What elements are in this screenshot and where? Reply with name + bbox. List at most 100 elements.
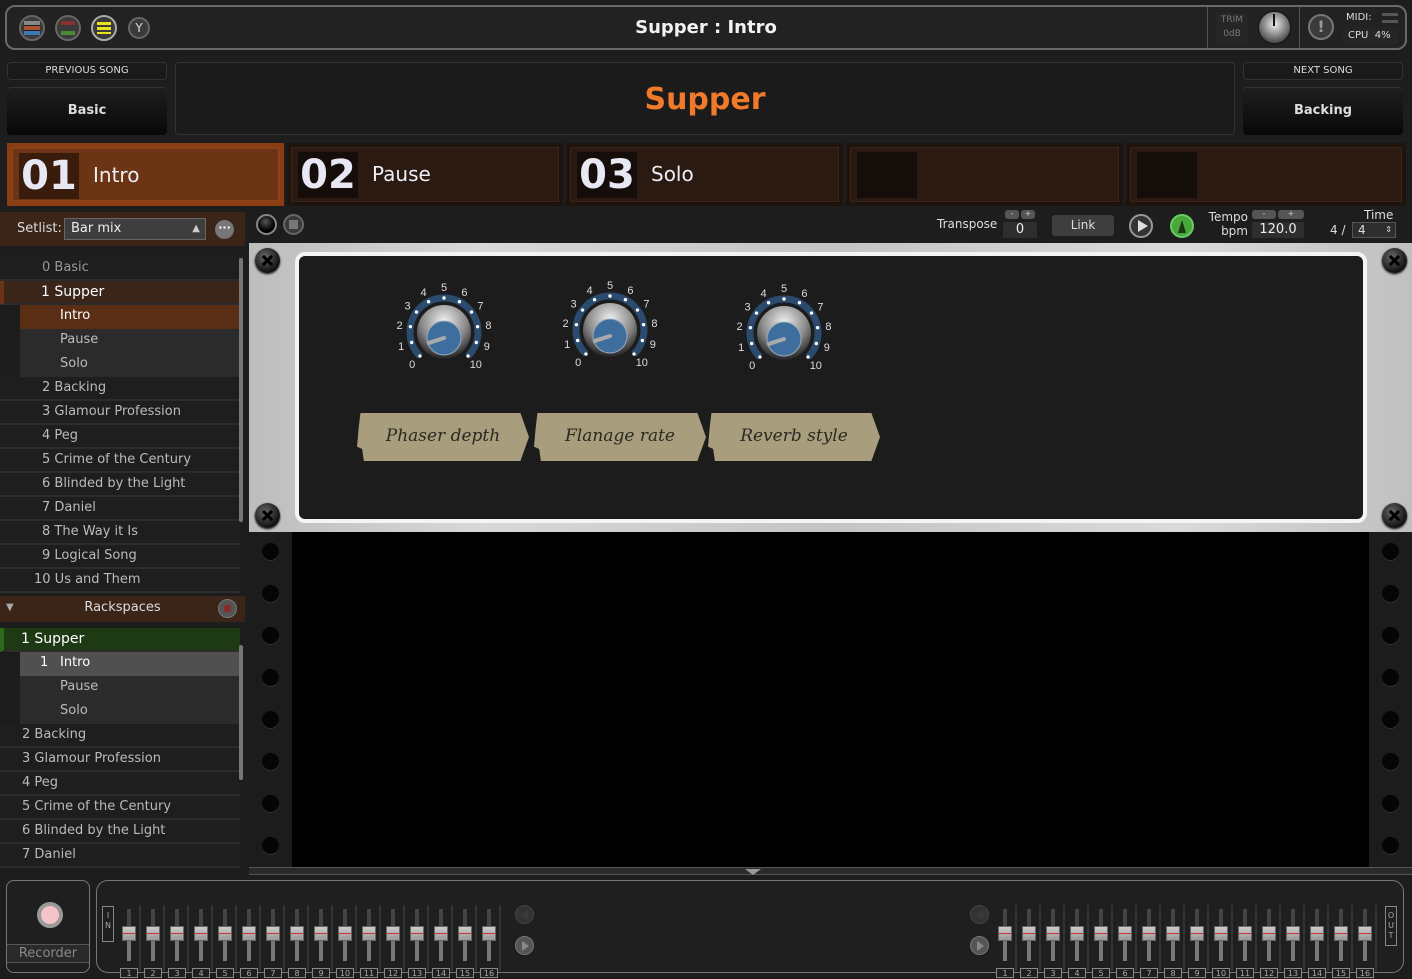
output-fader[interactable]: [1137, 899, 1161, 971]
input-fader[interactable]: [189, 899, 213, 971]
alert-icon[interactable]: !: [1308, 14, 1334, 40]
input-fader[interactable]: [381, 899, 405, 971]
rackspace-item[interactable]: 3 Glamour Profession: [0, 748, 240, 772]
output-fader[interactable]: [1113, 899, 1137, 971]
output-fader[interactable]: [1161, 899, 1185, 971]
rackspaces-header[interactable]: ▼ Rackspaces: [0, 596, 245, 622]
knob-reverb-style[interactable]: 0 1 2 3 4 5 6 7 8 9 10: [729, 283, 839, 393]
trim-knob[interactable]: [1259, 12, 1290, 43]
output-fader[interactable]: [1209, 899, 1233, 971]
setlist-part[interactable]: Solo: [20, 353, 240, 377]
input-fader[interactable]: [237, 899, 261, 971]
knob-phaser-depth[interactable]: 0 1 2 3 4 5 6 7 8 9 10: [389, 282, 499, 392]
fader-handle[interactable]: [1094, 925, 1108, 941]
setlist-song[interactable]: 4 Peg: [0, 425, 240, 449]
output-prev-icon[interactable]: [970, 905, 989, 924]
input-fader[interactable]: [165, 899, 189, 971]
knob-flanage-rate[interactable]: 0 1 2 3 4 5 6 7 8 9 10: [555, 280, 665, 390]
fader-handle[interactable]: [1334, 925, 1348, 941]
output-fader[interactable]: [1233, 899, 1257, 971]
setlist-part-selected[interactable]: Intro: [20, 305, 240, 329]
setlist-song[interactable]: 3 Glamour Profession: [0, 401, 240, 425]
fader-handle[interactable]: [1118, 925, 1132, 941]
input-fader[interactable]: [429, 899, 453, 971]
input-fader[interactable]: [453, 899, 477, 971]
fader-handle[interactable]: [1238, 925, 1252, 941]
input-fader[interactable]: [213, 899, 237, 971]
panic-button[interactable]: [256, 214, 277, 235]
collapse-arrow-icon[interactable]: [745, 869, 761, 875]
setlist-song-active[interactable]: 1 Supper: [0, 281, 240, 305]
output-fader[interactable]: [1329, 899, 1353, 971]
variation-item-selected[interactable]: 1 Intro: [20, 652, 240, 676]
fader-handle[interactable]: [386, 925, 400, 941]
fader-handle[interactable]: [458, 925, 472, 941]
input-fader[interactable]: [261, 899, 285, 971]
transpose-plus-button[interactable]: +: [1021, 210, 1035, 219]
panel-splitter[interactable]: [249, 867, 1412, 875]
setlist-song[interactable]: 2 Backing: [0, 377, 240, 401]
part-button-empty[interactable]: [1126, 143, 1406, 206]
fader-handle[interactable]: [122, 925, 136, 941]
rackspace-item[interactable]: 4 Peg: [0, 772, 240, 796]
fader-handle[interactable]: [1166, 925, 1180, 941]
setlist-song[interactable]: 7 Daniel: [0, 497, 240, 521]
setlist-song[interactable]: 8 The Way it Is: [0, 521, 240, 545]
play-button[interactable]: [1129, 214, 1153, 238]
metronome-icon[interactable]: [1170, 214, 1194, 238]
fader-handle[interactable]: [1046, 925, 1060, 941]
output-fader[interactable]: [1281, 899, 1305, 971]
fader-handle[interactable]: [1022, 925, 1036, 941]
fader-handle[interactable]: [1286, 925, 1300, 941]
fader-handle[interactable]: [1358, 925, 1372, 941]
fader-handle[interactable]: [242, 925, 256, 941]
fader-handle[interactable]: [1070, 925, 1084, 941]
fader-handle[interactable]: [314, 925, 328, 941]
save-icon[interactable]: [283, 214, 304, 235]
transpose-value[interactable]: 0: [1003, 222, 1037, 238]
transpose-minus-button[interactable]: -: [1005, 210, 1019, 219]
fader-handle[interactable]: [1142, 925, 1156, 941]
input-next-icon[interactable]: [515, 936, 534, 955]
part-button[interactable]: 03 Solo: [566, 143, 843, 206]
fader-handle[interactable]: [410, 925, 424, 941]
variation-item[interactable]: Solo: [20, 700, 240, 724]
input-fader[interactable]: [141, 899, 165, 971]
fader-handle[interactable]: [146, 925, 160, 941]
output-fader[interactable]: [1185, 899, 1209, 971]
link-button[interactable]: Link: [1052, 215, 1114, 236]
fader-handle[interactable]: [1214, 925, 1228, 941]
fader-handle[interactable]: [1190, 925, 1204, 941]
rackspace-item[interactable]: 6 Blinded by the Light: [0, 820, 240, 844]
record-button[interactable]: [37, 902, 63, 928]
tempo-value[interactable]: 120.0: [1252, 222, 1304, 238]
setlist-song[interactable]: 5 Crime of the Century: [0, 449, 240, 473]
setlist-options-button[interactable]: ···: [215, 220, 234, 239]
output-fader[interactable]: [1305, 899, 1329, 971]
setlist-song[interactable]: 9 Logical Song: [0, 545, 240, 569]
output-fader[interactable]: [1017, 899, 1041, 971]
fader-handle[interactable]: [218, 925, 232, 941]
variation-item[interactable]: Pause: [20, 676, 240, 700]
fader-handle[interactable]: [194, 925, 208, 941]
rackspace-item[interactable]: 2 Backing: [0, 724, 240, 748]
output-fader[interactable]: [1089, 899, 1113, 971]
collapse-triangle-icon[interactable]: ▼: [6, 596, 14, 620]
setlist-scrollbar[interactable]: [239, 258, 243, 522]
output-fader[interactable]: [1065, 899, 1089, 971]
time-signature-select[interactable]: 4 ⇕: [1352, 222, 1396, 238]
fader-handle[interactable]: [434, 925, 448, 941]
fader-handle[interactable]: [290, 925, 304, 941]
rackspace-scrollbar[interactable]: [239, 645, 243, 780]
fader-handle[interactable]: [338, 925, 352, 941]
setlist-song[interactable]: 10 Us and Them: [0, 569, 240, 593]
output-next-icon[interactable]: [970, 936, 989, 955]
fader-handle[interactable]: [362, 925, 376, 941]
fader-handle[interactable]: [1310, 925, 1324, 941]
input-fader[interactable]: [117, 899, 141, 971]
setlist-song[interactable]: 0 Basic: [0, 257, 240, 281]
input-fader[interactable]: [285, 899, 309, 971]
previous-song-button[interactable]: Basic: [7, 87, 167, 135]
input-fader[interactable]: [357, 899, 381, 971]
input-fader[interactable]: [477, 899, 501, 971]
